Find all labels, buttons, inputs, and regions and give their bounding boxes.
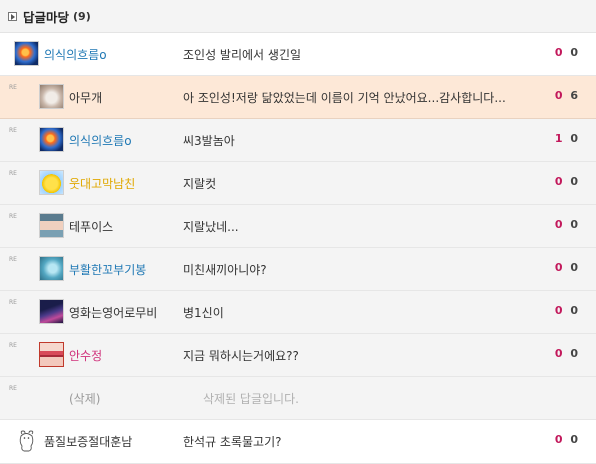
author-nick[interactable]: 의식의흐름o [69,132,132,149]
vote-counts: 1 0 [555,132,578,145]
comment-text: 병1신이 [183,306,224,320]
upvote-count[interactable]: 0 [555,304,563,317]
downvote-count[interactable]: 0 [570,175,578,188]
upvote-count[interactable]: 1 [555,132,563,145]
blue-character-avatar-icon[interactable] [39,256,64,281]
author-nick[interactable]: 영화는영어로무비 [69,304,157,321]
comment-text: 한석규 초록물고기? [183,435,282,449]
reply-arrow-icon: RE [9,256,17,263]
fire-avatar-icon[interactable] [39,127,64,152]
board-title: 답글마당 [23,9,70,25]
reply-arrow-icon: RE [9,127,17,134]
upvote-count[interactable]: 0 [555,46,563,59]
reply-arrow-icon: RE [9,385,17,392]
downvote-count[interactable]: 0 [570,46,578,59]
vote-counts: 0 6 [555,89,578,102]
reply-row: RE 부활한꼬부기봉 미친새끼아니야? 0 0 [0,248,596,291]
vote-counts: 0 0 [555,46,578,59]
author-nick[interactable]: 아무개 [69,89,102,106]
vote-counts: 0 0 [555,218,578,231]
fire-avatar-icon[interactable] [14,41,39,66]
upvote-count[interactable]: 0 [555,347,563,360]
comment-row: 품질보증절대훈남 한석규 초록물고기? 0 0 [0,420,596,464]
downvote-count[interactable]: 0 [570,347,578,360]
author-nick[interactable]: 웃대고막남친 [69,175,135,192]
reply-arrow-icon: RE [9,84,17,91]
bear-avatar-icon[interactable] [14,428,39,453]
downvote-count[interactable]: 0 [570,132,578,145]
upvote-count[interactable]: 0 [555,218,563,231]
downvote-count[interactable]: 0 [570,304,578,317]
reply-row: RE 아무개 아 조인성!저랑 닮았었는데 이름이 기억 안났어요...감사합니… [0,76,596,119]
lips-avatar-icon[interactable] [39,342,64,367]
bear-drawing [19,430,34,452]
vote-counts: 0 0 [555,175,578,188]
comment-text: 지랄났네... [183,220,239,234]
upvote-count[interactable]: 0 [555,175,563,188]
cat-avatar-icon[interactable] [39,84,64,109]
author-nick[interactable]: 부활한꼬부기봉 [69,261,146,278]
reply-arrow-icon: RE [9,213,17,220]
reply-row: RE 웃대고막남친 지랄컷 0 0 [0,162,596,205]
author-nick[interactable]: 안수정 [69,347,102,364]
comment-text: 미친새끼아니야? [183,263,267,277]
reply-arrow-icon: RE [9,342,17,349]
reply-board: 답글마당 (9) 의식의흐름o 조인성 발리에서 생긴일 0 0 RE 아무개 … [0,0,596,464]
collapse-toggle-icon[interactable] [8,11,17,21]
author-nick[interactable]: 품질보증절대훈남 [44,433,132,450]
reply-arrow-icon: RE [9,170,17,177]
deleted-message: 삭제된 답글입니다. [203,392,299,406]
girl-avatar-icon[interactable] [39,213,64,238]
reply-row: RE 의식의흐름o 씨3발놈아 1 0 [0,119,596,162]
comment-text: 지금 뭐하시는거에요?? [183,349,299,363]
reply-count: (9) [73,9,91,23]
reply-row: RE 영화는영어로무비 병1신이 0 0 [0,291,596,334]
comment-text: 아 조인성!저랑 닮았었는데 이름이 기억 안났어요...감사합니다... [183,91,506,105]
vote-counts: 0 0 [555,347,578,360]
comment-text: 씨3발놈아 [183,134,235,148]
reply-board-header: 답글마당 (9) [0,0,596,33]
night-sky-avatar-icon[interactable] [39,299,64,324]
pikachu-avatar-icon[interactable] [39,170,64,195]
comment-text: 조인성 발리에서 생긴일 [183,48,302,62]
vote-counts: 0 0 [555,304,578,317]
downvote-count[interactable]: 6 [570,89,578,102]
deleted-reply-row: RE (삭제) 삭제된 답글입니다. [0,377,596,420]
reply-arrow-icon: RE [9,299,17,306]
deleted-label: (삭제) [69,392,101,406]
reply-row: RE 안수정 지금 뭐하시는거에요?? 0 0 [0,334,596,377]
upvote-count[interactable]: 0 [555,261,563,274]
vote-counts: 0 0 [555,261,578,274]
upvote-count[interactable]: 0 [555,89,563,102]
comment-text: 지랄컷 [183,177,217,191]
reply-row: RE 테푸이스 지랄났네... 0 0 [0,205,596,248]
upvote-count[interactable]: 0 [555,433,563,446]
downvote-count[interactable]: 0 [570,261,578,274]
downvote-count[interactable]: 0 [570,433,578,446]
author-nick[interactable]: 테푸이스 [69,218,113,235]
comment-row: 의식의흐름o 조인성 발리에서 생긴일 0 0 [0,33,596,76]
author-nick[interactable]: 의식의흐름o [44,46,107,63]
vote-counts: 0 0 [555,433,578,446]
downvote-count[interactable]: 0 [570,218,578,231]
